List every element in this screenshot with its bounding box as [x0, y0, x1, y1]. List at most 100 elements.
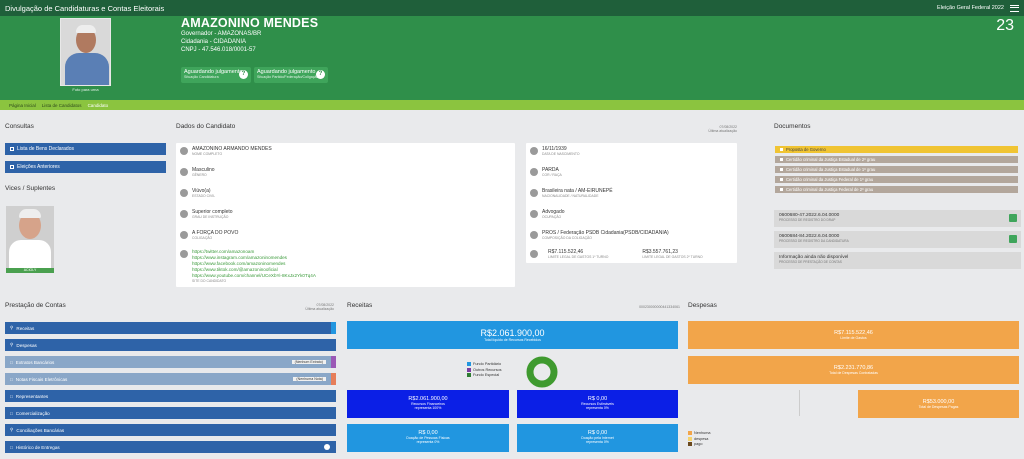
file-icon: [780, 148, 783, 151]
info-badge: [324, 444, 330, 450]
recursos-financeiros-box: R$2.061.900,00 Recursos Financeiros repres…: [347, 390, 509, 418]
legend-swatch: [467, 373, 471, 377]
field-genero: Masculino GÊNERO: [180, 167, 215, 177]
field-ocupacao: Advogado OCUPAÇÃO: [530, 209, 565, 219]
legend-swatch: [467, 362, 471, 366]
field-cor: PARDA COR / RAÇA: [530, 167, 562, 177]
search-icon: ⚲: [10, 342, 14, 347]
file-icon: [780, 158, 783, 161]
legend-swatch: [467, 367, 471, 372]
breadcrumb: Página Inicial Lista de Candidatos Candi…: [0, 100, 1024, 110]
user-icon: [180, 147, 188, 155]
legend-swatch: [688, 436, 692, 441]
external-link-icon[interactable]: [1009, 214, 1017, 222]
search-icon: ⚲: [10, 427, 14, 432]
ring-icon: [180, 189, 188, 197]
doc-certidao-4[interactable]: Certidão criminal da Justiça Federal de …: [775, 186, 1018, 193]
bank-icon: □: [10, 359, 13, 365]
doacao-pessoas-box: R$ 0,00 Doação de Pessoas Físicas represen…: [347, 424, 509, 452]
historico-button[interactable]: □ Histórico de Entregas: [5, 441, 336, 453]
gender-icon: [180, 168, 188, 176]
file-icon: [780, 188, 783, 191]
candidate-office: Governador - AMAZONAS/BR: [181, 31, 262, 37]
conciliacoes-button[interactable]: ⚲ Conciliações Bancárias: [5, 424, 336, 436]
processo-candidatura: 0600684-84.2022.6.04.0000 PROCESSO DE REG…: [774, 231, 1021, 248]
dados-updated: 07/08/2022 Última atualização: [708, 125, 737, 133]
party-icon: [530, 231, 538, 239]
election-name: Eleição Geral Federal 2022: [937, 5, 1004, 11]
prestacao-title: Prestação de Contas: [5, 302, 66, 309]
file-icon: [780, 168, 783, 171]
candidate-party: Cidadania - CIDADANIA: [181, 39, 247, 45]
file-icon: [780, 178, 783, 181]
external-link-icon[interactable]: [1009, 235, 1017, 243]
legend-swatch: [688, 431, 692, 435]
search-icon: ⚲: [10, 325, 14, 330]
graduation-icon: [180, 210, 188, 218]
dados-title: Dados do Candidato: [176, 123, 236, 130]
receitas-legend: Fundo Partidário Outros Recursos Fundo E…: [467, 362, 502, 377]
doacao-internet-box: R$ 0,00 Doação pela Internet representa 0%: [517, 424, 678, 452]
doc-certidao-2[interactable]: Certidão criminal da Justiça Estadual de…: [775, 166, 1018, 173]
divider: [799, 390, 800, 416]
doc-proposta[interactable]: Proposta de Governo: [775, 146, 1018, 153]
flag-icon: [530, 189, 538, 197]
field-limite: R$7.115.522,46 LIMITE LEGAL DE GASTOS 1º …: [530, 249, 703, 259]
dados-right-card: 16/11/1939 DATA DE NASCIMENTO PARDA COR / …: [526, 143, 737, 263]
receitas-button[interactable]: ⚲ Receitas: [5, 322, 336, 334]
menu-icon[interactable]: [1010, 4, 1019, 12]
field-instrucao: Superior completo GRAU DE INSTRUÇÃO: [180, 209, 233, 219]
processo-drap: 0600680-47.2022.6.04.0000 PROCESSO DE REG…: [774, 210, 1021, 227]
bens-declarados-button[interactable]: Lista de Bens Declarados: [5, 143, 166, 155]
despesas-button[interactable]: ⚲ Despesas: [5, 339, 336, 351]
vice-photo[interactable]: [6, 206, 54, 268]
help-icon[interactable]: ?: [316, 70, 325, 79]
limite-gastos-box: R$7.115.522,46 Limite de Gastos: [688, 321, 1019, 349]
receitas-donut-chart: [526, 356, 558, 388]
history-icon: □: [10, 444, 13, 450]
palette-icon: [530, 168, 538, 176]
people-icon: □: [10, 393, 13, 399]
list-icon: [10, 165, 14, 169]
despesas-pagas-box: R$53.000,00 Total de Despesas Pagas: [858, 390, 1019, 418]
doc-certidao-3[interactable]: Certidão criminal da Justiça Federal de …: [775, 176, 1018, 183]
candidate-name: AMAZONINO MENDES: [181, 16, 319, 30]
receitas-code: 000230000000441334061: [639, 305, 680, 309]
top-bar: Divulgação de Candidaturas e Contas Elei…: [0, 0, 1024, 16]
legend-swatch: [688, 442, 692, 446]
recursos-estimaveis-box: R$ 0,00 Recursos Estimáveis representa 0%: [517, 390, 678, 418]
field-sites: https://twitter.com/amazonoam https://ww…: [180, 249, 316, 283]
calendar-icon: [530, 147, 538, 155]
vices-title: Vices / Suplentes: [5, 185, 56, 192]
prestacao-updated: 07/08/2022 Última atualização: [305, 303, 334, 311]
group-icon: [180, 231, 188, 239]
photo-caption: Foto para urna: [72, 87, 99, 92]
money-icon: [530, 250, 538, 258]
field-composicao: PROS / Federação PSDB Cidadania(PSDB/CID…: [530, 230, 669, 240]
candidate-photo: [60, 18, 111, 86]
donut-slice-fundo-especial: [526, 356, 558, 388]
field-nacionalidade: Brasileira nata / AM-EIRUNEPÉ NACIONALIDA…: [530, 188, 613, 198]
candidate-number: 23: [996, 17, 1014, 34]
despesas-legend: Nenhuma despesa pago: [688, 431, 710, 446]
processo-contas: Informação ainda não disponível PROCESSO …: [774, 252, 1021, 269]
help-icon[interactable]: ?: [239, 70, 248, 79]
invoice-icon: □: [10, 376, 13, 382]
extratos-button[interactable]: □ Extratos Bancários (Nenhum Extrato): [5, 356, 336, 368]
receitas-title: Receitas: [347, 302, 373, 309]
app-title: Divulgação de Candidaturas e Contas Elei…: [5, 3, 165, 13]
list-icon: [10, 147, 14, 151]
despesas-contratadas-box: R$2.231.770,86 Total de Despesas Contrata…: [688, 356, 1019, 384]
breadcrumb-list[interactable]: Lista de Candidatos: [42, 103, 82, 108]
consultas-title: Consultas: [5, 123, 34, 130]
dados-left-card: AMAZONINO ARMANDO MENDES NOME COMPLETO Ma…: [176, 143, 515, 287]
notas-fiscais-button[interactable]: □ Notas Fiscais Eletrônicas (Nenhuma Nota): [5, 373, 336, 385]
field-nome: AMAZONINO ARMANDO MENDES NOME COMPLETO: [180, 146, 272, 156]
cart-icon: □: [10, 410, 13, 416]
doc-certidao-1[interactable]: Certidão criminal da Justiça Estadual de…: [775, 156, 1018, 163]
representantes-button[interactable]: □ Representantes: [5, 390, 336, 402]
field-coligacao: A FORÇA DO POVO COLIGAÇÃO: [180, 230, 238, 240]
breadcrumb-home[interactable]: Página Inicial: [9, 103, 36, 108]
eleicoes-anteriores-button[interactable]: Eleições Anteriores: [5, 161, 166, 173]
comercializacao-button[interactable]: □ Comercialização: [5, 407, 336, 419]
